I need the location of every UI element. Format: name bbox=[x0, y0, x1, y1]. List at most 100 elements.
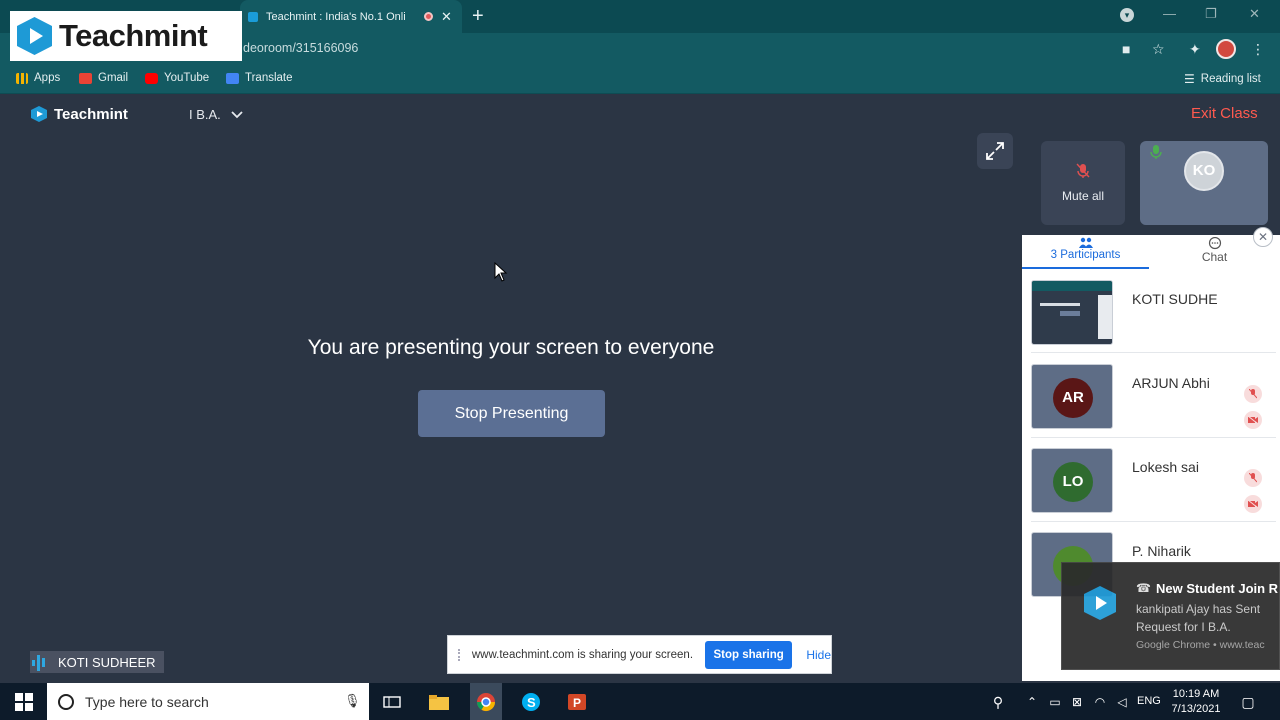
mic-off-icon[interactable] bbox=[1244, 385, 1262, 403]
bookmark-star-icon[interactable]: ☆ bbox=[1152, 41, 1165, 58]
windows-start-icon[interactable] bbox=[15, 693, 33, 711]
windows-taskbar: Type here to search 🎙 S P ⚲ ⌃ ▭ ⊠ ◠ ◁ EN… bbox=[0, 683, 1280, 720]
microphone-icon[interactable]: 🎙 bbox=[344, 693, 361, 709]
chevron-down-icon bbox=[231, 107, 243, 122]
volume-icon[interactable]: ◁ bbox=[1110, 690, 1134, 714]
mouse-cursor-icon bbox=[494, 262, 508, 282]
network-icon[interactable]: ⊠ bbox=[1065, 690, 1089, 714]
new-tab-button[interactable]: + bbox=[472, 5, 484, 28]
mic-off-icon[interactable] bbox=[1244, 469, 1262, 487]
clock[interactable]: 10:19 AM 7/13/2021 bbox=[1168, 687, 1224, 717]
close-panel-button[interactable]: ✕ bbox=[1253, 227, 1273, 247]
participant-video-thumbnail: LO bbox=[1031, 448, 1113, 513]
hide-button[interactable]: Hide bbox=[806, 648, 831, 662]
exit-class-button[interactable]: Exit Class bbox=[1191, 105, 1258, 122]
teachmint-watermark-logo: Teachmint bbox=[10, 11, 242, 61]
screen-sharing-bar: www.teachmint.com is sharing your screen… bbox=[447, 635, 832, 674]
camera-off-icon[interactable] bbox=[1244, 411, 1262, 429]
presenting-message: You are presenting your screen to everyo… bbox=[307, 336, 715, 359]
participant-name: Lokesh sai bbox=[1132, 459, 1199, 475]
participant-row[interactable]: KOTI SUDHE bbox=[1031, 280, 1276, 346]
participant-name: ARJUN Abhi bbox=[1132, 375, 1210, 391]
camera-off-icon[interactable] bbox=[1244, 495, 1262, 513]
participant-avatar: LO bbox=[1053, 462, 1093, 502]
participant-row[interactable]: LO Lokesh sai bbox=[1031, 448, 1276, 514]
divider bbox=[1031, 521, 1276, 522]
bookmark-gmail[interactable]: Gmail bbox=[79, 72, 128, 84]
fullscreen-button[interactable] bbox=[977, 133, 1013, 169]
self-avatar: KO bbox=[1184, 151, 1224, 191]
expand-icon bbox=[986, 142, 1004, 160]
class-selector[interactable]: I B.A. bbox=[189, 107, 243, 122]
extensions-icon[interactable]: ✦ bbox=[1189, 41, 1201, 58]
camera-icon[interactable]: ■ bbox=[1122, 41, 1130, 57]
bookmark-youtube[interactable]: YouTube bbox=[145, 72, 209, 84]
menu-dots-icon[interactable]: ⋮ bbox=[1251, 41, 1265, 58]
powerpoint-icon[interactable]: P bbox=[565, 690, 589, 714]
audio-level-icon bbox=[32, 655, 45, 671]
reading-list[interactable]: ☰ Reading list bbox=[1184, 72, 1261, 86]
reading-list-icon: ☰ bbox=[1184, 72, 1195, 86]
mic-off-icon bbox=[1076, 163, 1090, 178]
participant-avatar: AR bbox=[1053, 378, 1093, 418]
close-window-button[interactable]: ✕ bbox=[1249, 6, 1260, 22]
self-video-tile: KO bbox=[1140, 141, 1268, 225]
profile-avatar[interactable] bbox=[1216, 39, 1236, 59]
divider bbox=[1031, 352, 1276, 353]
recording-icon bbox=[424, 12, 433, 21]
participant-video-thumbnail: AR bbox=[1031, 364, 1113, 429]
url-text[interactable]: deoroom/315166096 bbox=[243, 41, 358, 55]
participant-video-thumbnail bbox=[1031, 280, 1113, 345]
minimize-button[interactable]: — bbox=[1163, 6, 1176, 21]
app-brand: Teachmint bbox=[30, 105, 128, 123]
chevron-up-icon[interactable]: ⌃ bbox=[1020, 690, 1044, 714]
wifi-icon[interactable]: ◠ bbox=[1088, 690, 1112, 714]
restore-button[interactable]: ❐ bbox=[1205, 6, 1217, 22]
stop-presenting-button[interactable]: Stop Presenting bbox=[418, 390, 605, 437]
notification-title: New Student Join R bbox=[1156, 581, 1279, 596]
divider bbox=[1031, 437, 1276, 438]
notification-source: Google Chrome • www.teac bbox=[1136, 639, 1265, 651]
file-explorer-icon[interactable] bbox=[427, 690, 451, 714]
self-name-tag: KOTI SUDHEER bbox=[30, 651, 164, 673]
mute-all-button[interactable]: Mute all bbox=[1041, 141, 1125, 225]
gmail-icon bbox=[79, 72, 92, 84]
teachmint-logo-icon bbox=[1084, 586, 1116, 620]
stop-sharing-button[interactable]: Stop sharing bbox=[705, 640, 793, 669]
tab-participants[interactable]: 3 Participants bbox=[1022, 235, 1149, 269]
teachmint-logo-icon bbox=[31, 106, 47, 122]
skype-icon[interactable]: S bbox=[519, 690, 543, 714]
new-student-notification[interactable]: ☎ New Student Join R kankipati Ajay has … bbox=[1061, 562, 1280, 670]
participant-name: P. Niharik bbox=[1132, 543, 1191, 559]
bookmarks-bar: Apps Gmail YouTube Translate ☰ Reading l… bbox=[0, 64, 1280, 94]
apps-grid-icon bbox=[16, 72, 28, 84]
svg-text:P: P bbox=[573, 696, 581, 710]
battery-icon[interactable]: ▭ bbox=[1043, 690, 1067, 714]
participants-icon bbox=[1078, 237, 1093, 248]
sharing-status-text: www.teachmint.com is sharing your screen… bbox=[471, 648, 694, 661]
people-icon[interactable]: ⚲ bbox=[986, 690, 1010, 714]
bookmark-apps[interactable]: Apps bbox=[16, 72, 60, 84]
notifications-icon[interactable]: ▢ bbox=[1236, 690, 1260, 714]
browser-tab[interactable]: Teachmint : India's No.1 Onli ✕ bbox=[240, 0, 462, 33]
participant-row[interactable]: AR ARJUN Abhi bbox=[1031, 364, 1276, 430]
cortana-icon bbox=[58, 693, 74, 710]
participant-status-icons bbox=[1244, 385, 1262, 429]
mic-on-icon bbox=[1150, 145, 1162, 159]
tab-search-icon[interactable]: ▾ bbox=[1120, 8, 1134, 22]
teachmint-favicon-icon bbox=[248, 11, 258, 22]
drag-handle-icon[interactable] bbox=[458, 648, 464, 661]
language-indicator[interactable]: ENG bbox=[1137, 695, 1161, 707]
participant-name: KOTI SUDHE bbox=[1132, 291, 1218, 307]
taskbar-search[interactable]: Type here to search 🎙 bbox=[47, 683, 369, 720]
tab-title: Teachmint : India's No.1 Onli bbox=[266, 10, 406, 23]
youtube-icon bbox=[145, 72, 158, 84]
teachmint-logo-icon bbox=[17, 17, 52, 55]
bookmark-translate[interactable]: Translate bbox=[226, 72, 293, 84]
close-tab-icon[interactable]: ✕ bbox=[441, 9, 452, 25]
task-view-icon[interactable] bbox=[380, 690, 404, 714]
chrome-icon[interactable] bbox=[474, 690, 498, 714]
bell-icon: ☎ bbox=[1136, 581, 1151, 595]
chat-icon bbox=[1208, 237, 1221, 250]
notification-body: kankipati Ajay has Sent Request for I B.… bbox=[1136, 602, 1261, 634]
